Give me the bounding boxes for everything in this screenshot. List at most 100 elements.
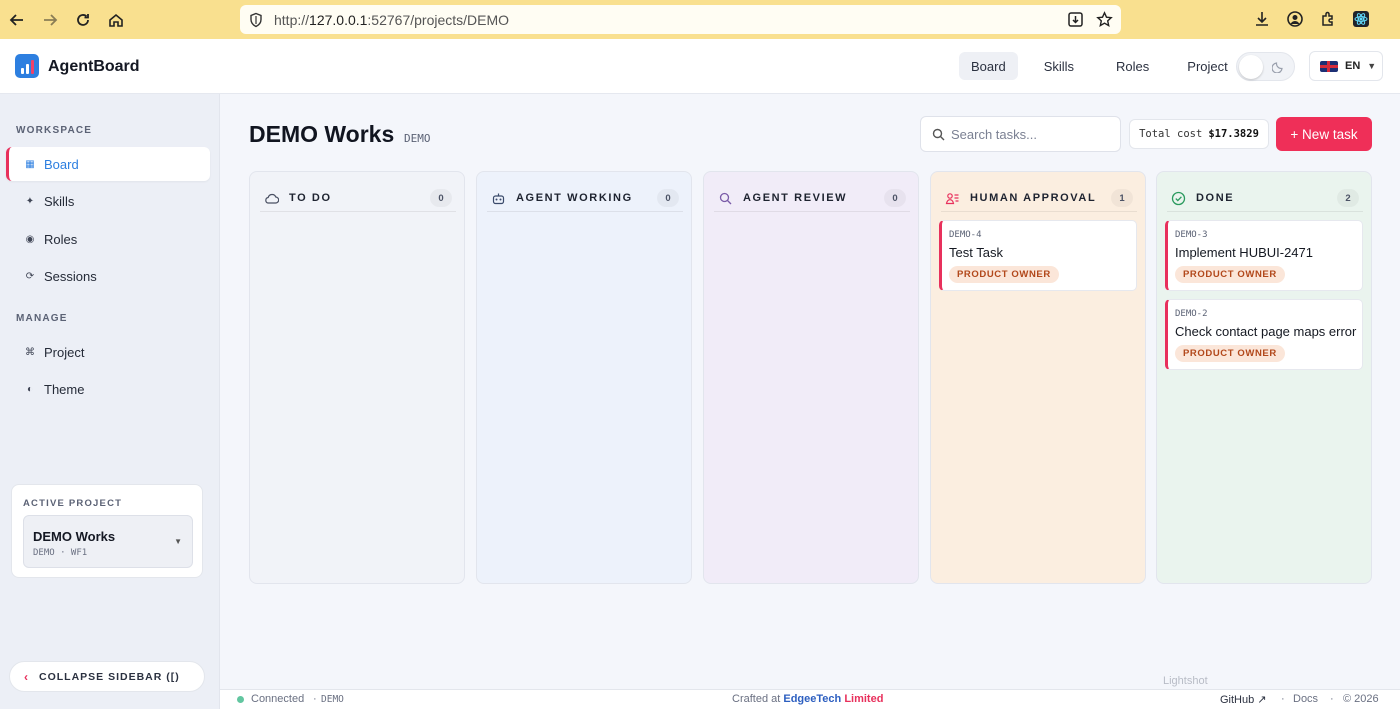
shield-icon	[250, 12, 262, 27]
total-cost-label: Total cost	[1139, 128, 1203, 140]
search-icon	[932, 128, 945, 140]
uk-flag-icon	[1320, 60, 1338, 72]
chevron-left-icon: ‹	[24, 669, 29, 684]
task-card[interactable]: DEMO-3 Implement HUBUI-2471 PRODUCT OWNE…	[1165, 220, 1363, 291]
workspace-section-title: WORKSPACE	[16, 125, 93, 136]
column-title: AGENT WORKING	[516, 192, 633, 204]
copyright: © 2026	[1343, 693, 1379, 705]
task-key: DEMO-3	[1175, 230, 1208, 240]
theme-toggle[interactable]	[1236, 52, 1295, 81]
project-select[interactable]: DEMO Works DEMO · WF1 ▼	[23, 515, 193, 568]
browser-toolbar: http://127.0.0.1:52767/projects/DEMO	[0, 0, 1400, 39]
column-count: 2	[1337, 189, 1359, 207]
url-text: http://127.0.0.1:52767/projects/DEMO	[274, 11, 510, 28]
app-name: AgentBoard	[48, 58, 140, 75]
chevron-down-icon: ▼	[174, 537, 182, 546]
home-button[interactable]	[99, 0, 132, 39]
refresh-icon: ⟳	[25, 270, 35, 282]
separator: ·	[313, 693, 317, 705]
search-input[interactable]	[951, 126, 1116, 142]
top-nav: Board Skills Roles Project	[959, 52, 1240, 80]
task-title: Check contact page maps error	[1175, 324, 1357, 339]
brand-link[interactable]: EdgeeTech Limited	[783, 693, 883, 705]
collapse-sidebar-label: COLLAPSE SIDEBAR ([)	[39, 670, 180, 683]
column-count: 0	[884, 189, 906, 207]
sidebar-item-label: Theme	[44, 381, 85, 397]
column-count: 0	[657, 189, 679, 207]
nav-project[interactable]: Project	[1175, 52, 1239, 80]
language-select[interactable]: EN ▼	[1309, 51, 1383, 81]
sidebar-item-sessions[interactable]: ⟳ Sessions	[6, 259, 210, 293]
nav-skills[interactable]: Skills	[1032, 52, 1086, 80]
github-link[interactable]: GitHub ↗	[1220, 693, 1267, 706]
column-to-do: TO DO 0	[249, 171, 465, 584]
sidebar-item-roles[interactable]: ◉ Roles	[6, 222, 210, 256]
bookmark-star-icon[interactable]	[1096, 11, 1113, 28]
sidebar-item-theme[interactable]: ◐ Theme	[6, 372, 210, 406]
connection-status: Connected	[251, 693, 305, 705]
moon-icon	[1272, 62, 1283, 73]
task-title: Implement HUBUI-2471	[1175, 245, 1313, 260]
search-box[interactable]	[920, 116, 1121, 152]
column-count: 1	[1111, 189, 1133, 207]
sidebar-item-label: Project	[44, 344, 85, 360]
role-badge: PRODUCT OWNER	[949, 266, 1059, 283]
account-icon[interactable]	[1286, 10, 1304, 28]
search-icon	[719, 192, 732, 204]
arrow-right-icon	[43, 13, 57, 26]
check-circle-icon	[1171, 191, 1186, 205]
collapse-sidebar-button[interactable]: ‹ COLLAPSE SIDEBAR ([)	[9, 661, 205, 692]
back-button[interactable]	[0, 0, 33, 39]
reload-icon	[76, 13, 89, 26]
role-badge: PRODUCT OWNER	[1175, 266, 1285, 283]
forward-button[interactable]	[33, 0, 66, 39]
column-title: DONE	[1196, 192, 1235, 204]
command-icon: ⌘	[25, 346, 35, 358]
column-agent-review: AGENT REVIEW 0	[703, 171, 919, 584]
active-project-label: ACTIVE PROJECT	[23, 498, 123, 509]
language-label: EN	[1345, 60, 1361, 72]
approval-icon	[945, 192, 959, 204]
column-title: TO DO	[289, 192, 332, 204]
column-human-approval: HUMAN APPROVAL 1 DEMO-4 Test Task PRODUC…	[930, 171, 1146, 584]
chevron-down-icon: ▼	[1367, 61, 1377, 71]
react-devtools-icon[interactable]	[1352, 10, 1370, 28]
task-card[interactable]: DEMO-4 Test Task PRODUCT OWNER	[939, 220, 1137, 291]
docs-link[interactable]: Docs	[1293, 693, 1318, 705]
column-count: 0	[430, 189, 452, 207]
total-cost-value: $17.3829	[1208, 128, 1259, 140]
role-badge: PRODUCT OWNER	[1175, 345, 1285, 362]
task-title: Test Task	[949, 245, 1003, 260]
project-name: DEMO Works	[33, 529, 116, 544]
footer-project: DEMO	[321, 694, 344, 705]
sidebar-item-project[interactable]: ⌘ Project	[6, 335, 210, 369]
reload-button[interactable]	[66, 0, 99, 39]
download-icon[interactable]	[1253, 10, 1271, 28]
task-key: DEMO-2	[1175, 309, 1208, 319]
column-title: AGENT REVIEW	[743, 192, 848, 204]
sidebar-item-label: Roles	[44, 231, 78, 247]
sparkle-icon: ✦	[25, 195, 35, 207]
save-page-icon[interactable]	[1067, 11, 1084, 28]
nav-board[interactable]: Board	[959, 52, 1018, 80]
address-bar[interactable]: http://127.0.0.1:52767/projects/DEMO	[240, 5, 1121, 34]
half-circle-icon: ◐	[26, 383, 34, 395]
sidebar-item-label: Sessions	[44, 268, 97, 284]
nav-roles[interactable]: Roles	[1104, 52, 1161, 80]
sidebar-item-skills[interactable]: ✦ Skills	[6, 184, 210, 218]
app-logo-icon	[15, 54, 39, 78]
arrow-left-icon	[9, 13, 23, 26]
project-subtitle: DEMO · WF1	[33, 548, 88, 558]
lightshot-watermark: Lightshot	[1163, 675, 1208, 687]
new-task-button[interactable]: + New task	[1276, 117, 1372, 151]
separator: ·	[1330, 693, 1334, 705]
task-key: DEMO-4	[949, 230, 982, 240]
page-title: DEMO Works	[249, 121, 395, 147]
footer: Connected · DEMO Crafted at EdgeeTech Li…	[220, 689, 1400, 709]
project-key: DEMO	[404, 132, 431, 145]
task-card[interactable]: DEMO-2 Check contact page maps error PRO…	[1165, 299, 1363, 370]
sidebar-item-board[interactable]: ▦ Board	[6, 147, 210, 181]
extensions-icon[interactable]	[1319, 10, 1337, 28]
active-project-card: ACTIVE PROJECT DEMO Works DEMO · WF1 ▼	[11, 484, 203, 578]
toggle-knob	[1239, 55, 1263, 79]
